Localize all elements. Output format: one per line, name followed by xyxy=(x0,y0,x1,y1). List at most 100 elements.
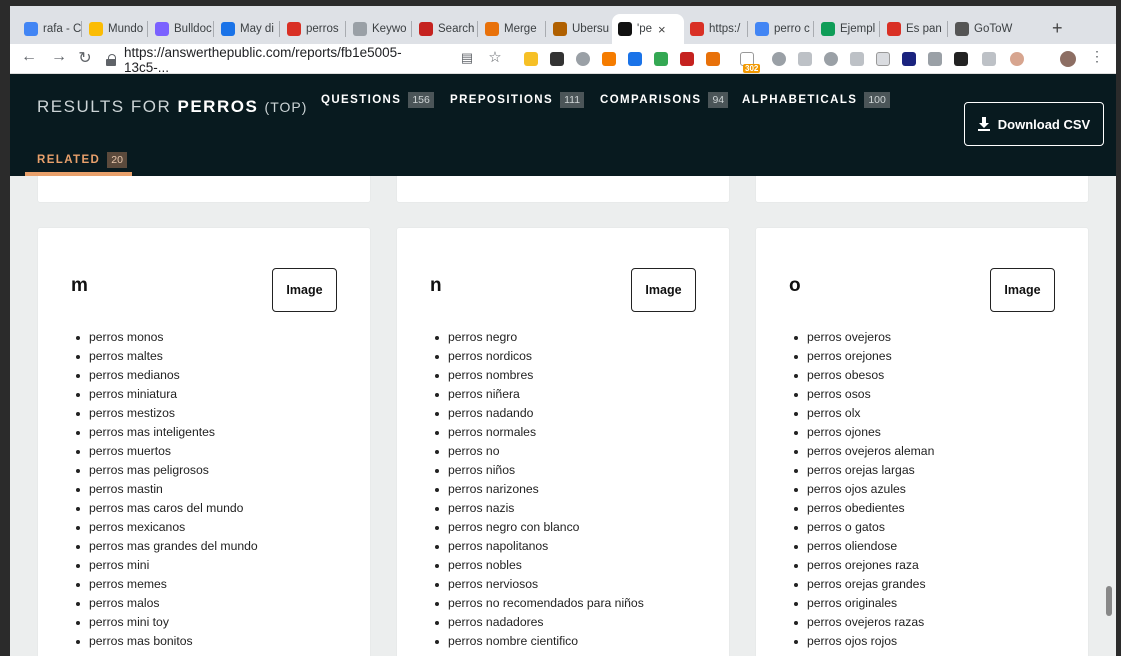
suggestion-item[interactable]: perros narizones xyxy=(435,480,644,499)
suggestion-item[interactable]: perros nadando xyxy=(435,404,644,423)
suggestion-item[interactable]: perros ojos azules xyxy=(793,480,934,499)
browser-tab[interactable]: Search xyxy=(413,14,477,44)
extension-icon[interactable] xyxy=(550,52,564,66)
suggestion-item[interactable]: perros niñera xyxy=(435,385,644,404)
tab-alphabeticals[interactable]: ALPHABETICALS 100 xyxy=(742,92,890,108)
suggestion-item[interactable]: perros orejas grandes xyxy=(793,575,934,594)
suggestion-item[interactable]: perros originales xyxy=(793,594,934,613)
suggestion-item[interactable]: perros negro xyxy=(435,328,644,347)
close-tab-icon[interactable]: × xyxy=(658,22,666,37)
extension-icon[interactable] xyxy=(876,52,890,66)
browser-tab[interactable]: May di xyxy=(215,14,279,44)
extension-icon[interactable] xyxy=(680,52,694,66)
tab-related[interactable]: RELATED 20 xyxy=(37,152,127,168)
suggestion-item[interactable]: perros nombres xyxy=(435,366,644,385)
suggestion-item[interactable]: perros ovejeros xyxy=(793,328,934,347)
suggestion-item[interactable]: perros oliendose xyxy=(793,537,934,556)
suggestion-item[interactable]: perros miniatura xyxy=(76,385,258,404)
suggestion-item[interactable]: perros mas peligrosos xyxy=(76,461,258,480)
extension-icon[interactable] xyxy=(772,52,786,66)
extension-icon[interactable] xyxy=(902,52,916,66)
browser-tab[interactable]: Keywo xyxy=(347,14,411,44)
suggestion-item[interactable]: perros mini toy xyxy=(76,613,258,632)
extension-icon[interactable] xyxy=(524,52,538,66)
suggestion-item[interactable]: perros medianos xyxy=(76,366,258,385)
extension-icon[interactable] xyxy=(576,52,590,66)
suggestion-item[interactable]: perros ojos rojos xyxy=(793,632,934,651)
reload-icon[interactable]: ↻ xyxy=(74,48,96,68)
browser-tab[interactable]: 'pe × xyxy=(612,14,684,44)
browser-tab[interactable]: Es pan xyxy=(881,14,945,44)
suggestion-item[interactable]: perros mastin xyxy=(76,480,258,499)
browser-tab[interactable]: Ejempl xyxy=(815,14,879,44)
suggestion-item[interactable]: perros mestizos xyxy=(76,404,258,423)
browser-tab[interactable]: GoToW xyxy=(949,14,1013,44)
suggestion-item[interactable]: perros obedientes xyxy=(793,499,934,518)
back-arrow-icon[interactable]: ← xyxy=(18,48,40,66)
suggestion-item[interactable]: perros ovejeros razas xyxy=(793,613,934,632)
translate-icon[interactable]: ▤ xyxy=(456,50,478,66)
menu-dots-icon[interactable]: ⋮ xyxy=(1086,48,1108,65)
extension-icon[interactable] xyxy=(954,52,968,66)
extension-icon[interactable] xyxy=(654,52,668,66)
suggestion-item[interactable]: perros ojones xyxy=(793,423,934,442)
suggestion-item[interactable]: perros nobles xyxy=(435,556,644,575)
suggestion-item[interactable]: perros negro con blanco xyxy=(435,518,644,537)
download-csv-button[interactable]: Download CSV xyxy=(964,102,1104,146)
suggestion-item[interactable]: perros no recomendados para niños xyxy=(435,594,644,613)
suggestion-item[interactable]: perros normales xyxy=(435,423,644,442)
suggestion-item[interactable]: perros malos xyxy=(76,594,258,613)
image-button[interactable]: Image xyxy=(272,268,337,312)
extension-icon[interactable] xyxy=(850,52,864,66)
suggestion-item[interactable]: perros monos xyxy=(76,328,258,347)
extension-icon[interactable] xyxy=(928,52,942,66)
extension-icon[interactable] xyxy=(824,52,838,66)
suggestion-item[interactable]: perros mas inteligentes xyxy=(76,423,258,442)
browser-tab[interactable]: perro c xyxy=(749,14,813,44)
browser-tab[interactable]: rafa - C xyxy=(18,14,82,44)
suggestion-item[interactable]: perros osos xyxy=(793,385,934,404)
extension-icon[interactable] xyxy=(798,52,812,66)
tab-comparisons[interactable]: COMPARISONS 94 xyxy=(600,92,729,108)
suggestion-item[interactable]: perros nadadores xyxy=(435,613,644,632)
suggestion-item[interactable]: perros obesos xyxy=(793,366,934,385)
tab-questions[interactable]: QUESTIONS 156 xyxy=(321,92,434,108)
extension-icon[interactable] xyxy=(602,52,616,66)
profile-avatar[interactable] xyxy=(1060,51,1076,67)
suggestion-item[interactable]: perros nombre cientifico xyxy=(435,632,644,651)
browser-tab[interactable]: Mundo xyxy=(83,14,147,44)
suggestion-item[interactable]: perros no xyxy=(435,442,644,461)
suggestion-item[interactable]: perros memes xyxy=(76,575,258,594)
suggestion-item[interactable]: perros muertos xyxy=(76,442,258,461)
suggestion-item[interactable]: perros mas caros del mundo xyxy=(76,499,258,518)
image-button[interactable]: Image xyxy=(631,268,696,312)
browser-tab[interactable]: Merge xyxy=(479,14,543,44)
scrollbar-thumb[interactable] xyxy=(1106,586,1112,616)
suggestion-item[interactable]: perros maltes xyxy=(76,347,258,366)
suggestion-item[interactable]: perros mini xyxy=(76,556,258,575)
browser-tab[interactable]: https:/ xyxy=(684,14,748,44)
suggestion-item[interactable]: perros nerviosos xyxy=(435,575,644,594)
suggestion-item[interactable]: perros mexicanos xyxy=(76,518,258,537)
browser-tab[interactable]: Bulldoc xyxy=(149,14,213,44)
extension-icon[interactable] xyxy=(628,52,642,66)
new-tab-button[interactable]: + xyxy=(1052,18,1063,39)
suggestion-item[interactable]: perros nazis xyxy=(435,499,644,518)
suggestion-item[interactable]: perros olx xyxy=(793,404,934,423)
suggestion-item[interactable]: perros mas bonitos xyxy=(76,632,258,651)
image-button[interactable]: Image xyxy=(990,268,1055,312)
suggestion-item[interactable]: perros orejas largas xyxy=(793,461,934,480)
suggestion-item[interactable]: perros mas grandes del mundo xyxy=(76,537,258,556)
suggestion-item[interactable]: perros niños xyxy=(435,461,644,480)
suggestion-item[interactable]: perros ovejeros aleman xyxy=(793,442,934,461)
extension-icon[interactable] xyxy=(982,52,996,66)
forward-arrow-icon[interactable]: → xyxy=(48,48,70,66)
suggestion-item[interactable]: perros napolitanos xyxy=(435,537,644,556)
suggestion-item[interactable]: perros o gatos xyxy=(793,518,934,537)
browser-tab[interactable]: perros xyxy=(281,14,345,44)
star-icon[interactable]: ☆ xyxy=(484,48,506,66)
extension-icon[interactable] xyxy=(1010,52,1024,66)
suggestion-item[interactable]: perros orejones xyxy=(793,347,934,366)
tab-prepositions[interactable]: PREPOSITIONS 111 xyxy=(450,92,585,108)
suggestion-item[interactable]: perros orejones raza xyxy=(793,556,934,575)
